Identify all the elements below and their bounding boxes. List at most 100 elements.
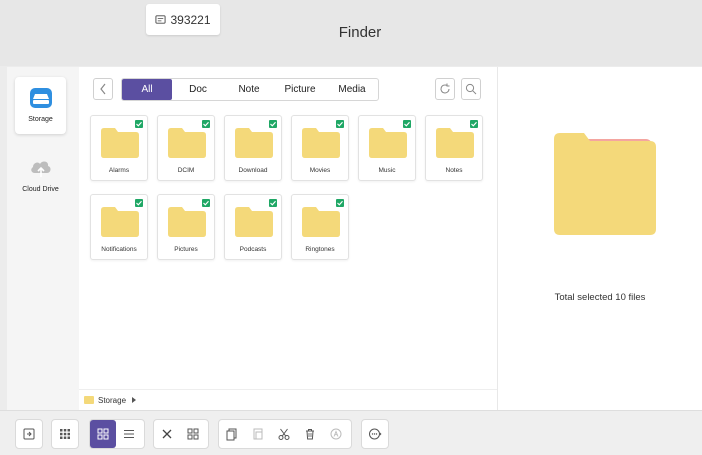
cut-icon: [278, 428, 290, 440]
folder-name: DCIM: [177, 167, 195, 174]
folder-icon: [84, 396, 94, 404]
title-bar: 393221 Finder: [0, 0, 702, 66]
paste-button[interactable]: [245, 420, 271, 448]
refresh-icon: [440, 83, 450, 94]
copy-button[interactable]: [219, 420, 245, 448]
selected-checkbox[interactable]: [336, 199, 344, 207]
sidebar-item-cloud-drive[interactable]: Cloud Drive: [15, 147, 66, 204]
folder-item[interactable]: Alarms: [90, 115, 148, 181]
selection-summary: Total selected 10 files: [554, 292, 646, 303]
sidebar: Storage Cloud Drive: [7, 67, 79, 410]
folder-icon: [302, 207, 340, 237]
folder-icon: [101, 207, 139, 237]
selected-checkbox[interactable]: [403, 120, 411, 128]
more-icon: [369, 428, 382, 440]
breadcrumb-item-storage[interactable]: Storage: [98, 396, 126, 405]
chevron-left-icon: [100, 83, 106, 95]
storage-icon: [29, 88, 52, 108]
search-icon: [465, 83, 477, 95]
folder-item[interactable]: Download: [224, 115, 282, 181]
back-button[interactable]: [93, 78, 113, 100]
tag-icon: [155, 15, 167, 24]
paste-icon: [253, 428, 263, 440]
selection-group: [153, 419, 209, 449]
sidebar-item-label: Cloud Drive: [22, 186, 59, 193]
stacked-folder-icon: [554, 133, 656, 235]
tab-media[interactable]: Media: [326, 79, 378, 100]
grid-view-icon: [97, 428, 109, 440]
grid-view-button[interactable]: [90, 420, 116, 448]
selected-checkbox[interactable]: [135, 199, 143, 207]
tab-doc[interactable]: Doc: [172, 79, 224, 100]
folder-icon: [235, 128, 273, 158]
selected-checkbox[interactable]: [202, 120, 210, 128]
select-all-icon: [187, 428, 199, 440]
folder-name: Notes: [445, 167, 463, 174]
folder-name: Download: [238, 167, 268, 174]
more-group: [361, 419, 389, 449]
more-button[interactable]: [362, 420, 388, 448]
cancel-selection-button[interactable]: [154, 420, 180, 448]
folder-name: Alarms: [108, 167, 130, 174]
folder-item[interactable]: Pictures: [157, 194, 215, 260]
rename-icon: [330, 428, 342, 440]
folder-item[interactable]: Podcasts: [224, 194, 282, 260]
selected-checkbox[interactable]: [269, 120, 277, 128]
bottom-toolbar: [0, 410, 702, 455]
exit-group: [15, 419, 43, 449]
folder-item[interactable]: Movies: [291, 115, 349, 181]
folder-name: Ringtones: [305, 246, 335, 253]
sidebar-item-label: Storage: [28, 116, 53, 123]
refresh-button[interactable]: [435, 78, 455, 100]
folder-name: Podcasts: [239, 246, 267, 253]
qr-group: [51, 419, 79, 449]
folder-icon: [101, 128, 139, 158]
badge-text: 393221: [170, 12, 211, 27]
exit-button[interactable]: [16, 420, 42, 448]
caret-right-icon: [132, 397, 137, 403]
cut-button[interactable]: [271, 420, 297, 448]
list-view-button[interactable]: [116, 420, 142, 448]
tab-note[interactable]: Note: [224, 79, 274, 100]
list-view-icon: [124, 430, 134, 438]
folder-name: Movies: [309, 167, 331, 174]
filter-tabs: All Doc Note Picture Media: [121, 78, 379, 101]
folder-name: Music: [378, 167, 396, 174]
folder-icon: [369, 128, 407, 158]
folder-item[interactable]: Music: [358, 115, 416, 181]
rename-button[interactable]: [323, 420, 349, 448]
folder-name: Notifications: [101, 246, 137, 253]
selected-checkbox[interactable]: [336, 120, 344, 128]
folder-name: Pictures: [174, 246, 198, 253]
qr-grid-icon: [60, 429, 70, 439]
folder-icon: [302, 128, 340, 158]
folder-item[interactable]: DCIM: [157, 115, 215, 181]
delete-button[interactable]: [297, 420, 323, 448]
selected-checkbox[interactable]: [269, 199, 277, 207]
folder-icon: [235, 207, 273, 237]
folder-item[interactable]: Ringtones: [291, 194, 349, 260]
tab-picture[interactable]: Picture: [274, 79, 326, 100]
close-icon: [162, 429, 172, 439]
exit-icon: [23, 428, 35, 440]
file-browser: All Doc Note Picture Media Alarms DCIM D…: [79, 67, 497, 410]
folder-item[interactable]: Notifications: [90, 194, 148, 260]
view-toggle-group: [89, 419, 145, 449]
id-badge: 393221: [146, 4, 220, 35]
select-all-button[interactable]: [180, 420, 206, 448]
breadcrumb: Storage: [79, 389, 497, 410]
selected-checkbox[interactable]: [135, 120, 143, 128]
folder-icon: [168, 128, 206, 158]
preview-panel: Total selected 10 files: [497, 67, 702, 410]
file-actions-group: [218, 419, 352, 449]
selected-checkbox[interactable]: [470, 120, 478, 128]
delete-icon: [306, 429, 314, 440]
qr-button[interactable]: [52, 420, 78, 448]
cloud-upload-icon: [30, 161, 51, 177]
search-button[interactable]: [461, 78, 481, 100]
copy-icon: [226, 428, 237, 441]
folder-item[interactable]: Notes: [425, 115, 483, 181]
sidebar-item-storage[interactable]: Storage: [15, 77, 66, 134]
selected-checkbox[interactable]: [202, 199, 210, 207]
tab-all[interactable]: All: [122, 79, 172, 100]
